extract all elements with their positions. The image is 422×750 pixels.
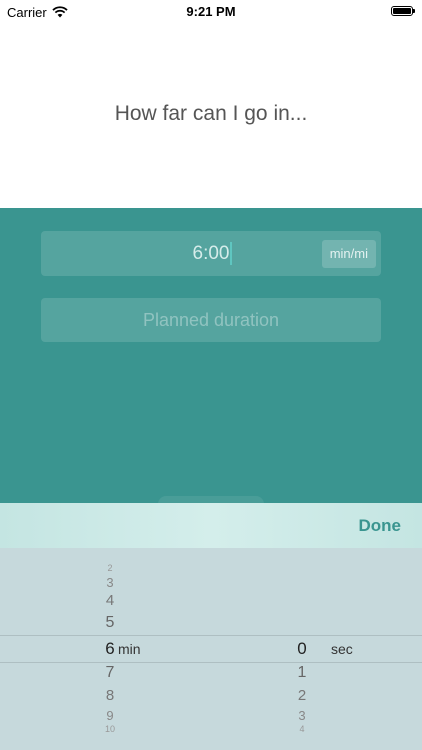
second-option[interactable]: 4 — [272, 724, 332, 734]
second-option[interactable]: 2 — [272, 687, 332, 704]
minute-option[interactable]: 3 — [80, 575, 140, 590]
minute-option[interactable]: 8 — [80, 687, 140, 704]
done-button[interactable]: Done — [359, 503, 402, 548]
pace-input[interactable]: 6:00 min/mi — [41, 231, 381, 276]
status-bar: Carrier 9:21 PM — [0, 0, 422, 24]
battery-icon — [391, 6, 415, 16]
minute-option[interactable]: 4 — [80, 592, 140, 609]
question-heading: How far can I go in... — [114, 102, 308, 125]
minute-option[interactable]: 9 — [80, 708, 140, 723]
status-time: 9:21 PM — [186, 4, 236, 19]
duration-input[interactable]: Planned duration — [41, 298, 381, 342]
second-selected[interactable]: 0 — [272, 639, 332, 659]
selection-line-bottom — [0, 662, 422, 663]
selection-line-top — [0, 635, 422, 636]
minute-option[interactable]: 7 — [80, 664, 140, 682]
minute-option[interactable]: 10 — [80, 724, 140, 734]
pace-unit-button[interactable]: min/mi — [321, 240, 376, 268]
text-cursor — [230, 242, 232, 265]
second-option[interactable]: 3 — [272, 708, 332, 723]
time-picker[interactable]: 2 3 4 5 6 7 8 9 10 min 0 1 2 3 4 sec — [0, 548, 422, 750]
minute-option[interactable]: 2 — [80, 563, 140, 573]
second-unit-label: sec — [331, 641, 353, 657]
minute-option[interactable]: 5 — [80, 614, 140, 632]
second-option[interactable]: 1 — [272, 664, 332, 682]
minute-unit-label: min — [118, 641, 141, 657]
picker-toolbar: Done — [0, 503, 422, 548]
